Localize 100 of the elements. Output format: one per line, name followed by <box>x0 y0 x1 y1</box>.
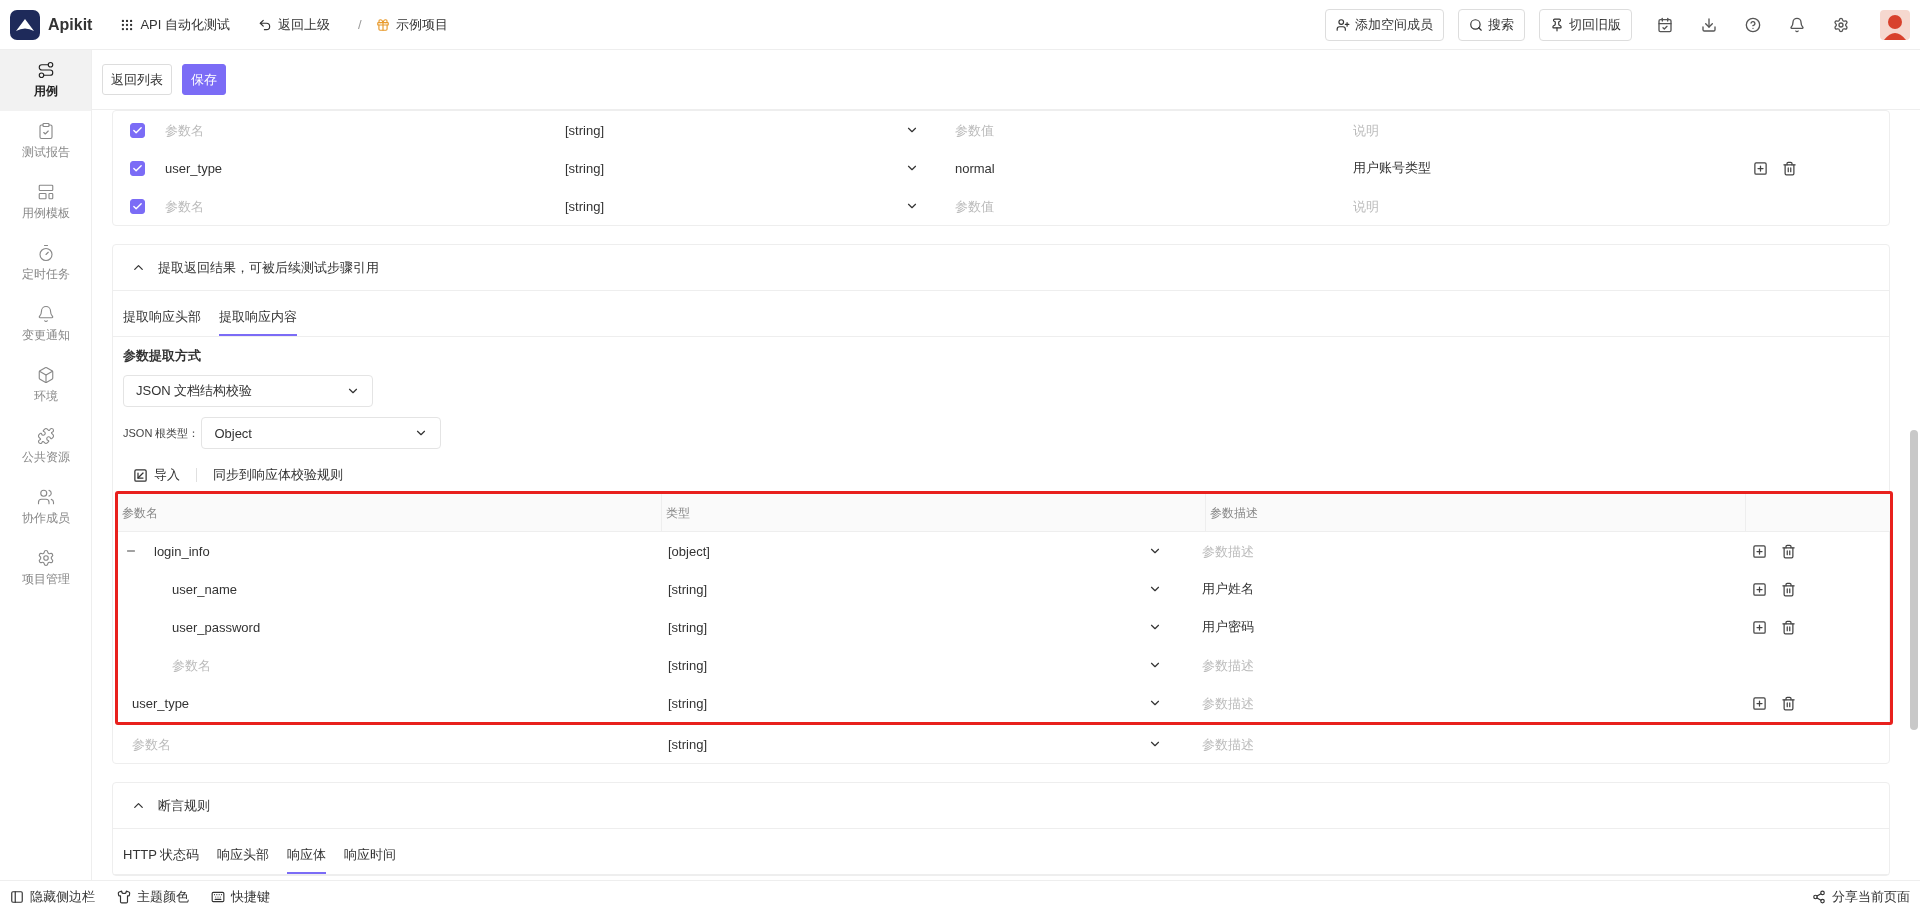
text-field[interactable]: 参数描述 <box>1202 543 1732 559</box>
sidebar-item[interactable]: 公共资源 <box>0 416 91 477</box>
text-field[interactable]: 参数描述 <box>1202 736 1732 752</box>
project-link[interactable]: 示例项目 <box>375 15 448 34</box>
sync-link[interactable]: 同步到响应体校验规则 <box>213 466 359 484</box>
add-icon[interactable] <box>1752 619 1767 635</box>
text-field[interactable]: 说明 <box>1353 198 1733 214</box>
text-field[interactable]: 说明 <box>1353 122 1733 138</box>
add-icon[interactable] <box>1752 695 1767 711</box>
method-select[interactable]: JSON 文档结构校验 <box>123 375 373 407</box>
tab[interactable]: 提取响应内容 <box>219 308 297 336</box>
back-button[interactable]: 返回列表 <box>102 64 172 95</box>
puzzle-icon <box>36 427 55 445</box>
add-icon[interactable] <box>1752 543 1767 559</box>
avatar[interactable] <box>1880 9 1910 40</box>
delete-icon[interactable] <box>1781 581 1796 597</box>
text-field[interactable]: 参数值 <box>955 198 1333 214</box>
route-icon <box>36 61 55 79</box>
sidebar-item[interactable]: 项目管理 <box>0 538 91 599</box>
delete-icon[interactable] <box>1781 619 1796 635</box>
header-button[interactable]: 切回旧版 <box>1539 8 1632 41</box>
save-button[interactable]: 保存 <box>182 64 226 95</box>
gift-icon <box>375 17 390 32</box>
text-field[interactable]: 参数描述 <box>1202 695 1732 711</box>
check-icon <box>132 200 143 212</box>
text-field[interactable]: 参数名 <box>165 198 545 214</box>
column-header: 类型 <box>662 493 1206 532</box>
text-field[interactable]: user_password <box>172 619 624 635</box>
section-title: 断言规则 <box>158 796 210 815</box>
share-button[interactable]: 分享当前页面 <box>1812 888 1910 906</box>
add-icon[interactable] <box>1753 160 1768 176</box>
tab[interactable]: 响应头部 <box>217 846 270 874</box>
keyboard-icon <box>211 890 225 904</box>
text-field[interactable]: 参数名 <box>165 122 545 138</box>
layout-icon <box>36 183 55 201</box>
add-icon[interactable] <box>1752 581 1767 597</box>
search-icon <box>1469 17 1483 32</box>
tab[interactable]: 提取响应头部 <box>123 308 201 336</box>
text-field[interactable]: 参数名 <box>172 657 624 673</box>
sidebar-item[interactable]: 用例模板 <box>0 172 91 233</box>
text-field[interactable]: 参数名 <box>132 736 624 752</box>
text-field[interactable]: 用户密码 <box>1202 619 1732 635</box>
tab[interactable]: HTTP 状态码 <box>123 846 200 874</box>
text-field[interactable]: login_info <box>154 543 634 559</box>
type-select[interactable]: [string] <box>668 695 1168 711</box>
row-checkbox[interactable] <box>130 198 145 214</box>
root-type-select[interactable]: Object <box>201 417 442 449</box>
sidebar-item[interactable]: 用例 <box>0 50 91 111</box>
type-select[interactable]: [string] <box>668 736 1168 752</box>
footer-button[interactable]: 主题颜色 <box>117 888 189 906</box>
grid-icon <box>120 17 135 32</box>
sidebar-item[interactable]: 测试报告 <box>0 111 91 172</box>
type-select[interactable]: [string] <box>668 657 1168 673</box>
app-menu[interactable]: API 自动化测试 <box>120 15 231 34</box>
type-select[interactable]: [string] <box>565 160 925 176</box>
text-field[interactable]: 参数值 <box>955 122 1333 138</box>
user-plus-icon <box>1336 17 1350 32</box>
column-header: 参数描述 <box>1206 493 1746 532</box>
users-icon <box>36 488 55 506</box>
row-checkbox[interactable] <box>130 160 145 176</box>
pin-icon <box>1550 17 1564 32</box>
type-select[interactable]: [string] <box>565 122 925 138</box>
text-field[interactable]: 参数描述 <box>1202 657 1732 673</box>
type-select[interactable]: [object] <box>668 543 1168 559</box>
tab[interactable]: 响应时间 <box>344 846 397 874</box>
undo-icon <box>258 17 273 32</box>
delete-icon[interactable] <box>1781 543 1796 559</box>
text-field[interactable]: user_name <box>172 581 624 597</box>
clipboard-icon <box>36 122 55 140</box>
column-header: 参数名 <box>118 493 662 532</box>
section-title: 提取返回结果，可被后续测试步骤引用 <box>158 258 379 277</box>
text-field[interactable]: normal <box>955 160 1333 176</box>
delete-icon[interactable] <box>1782 160 1797 176</box>
shirt-icon <box>117 890 131 904</box>
type-select[interactable]: [string] <box>668 581 1168 597</box>
type-select[interactable]: [string] <box>565 198 925 214</box>
breadcrumb-separator: / <box>358 17 362 32</box>
root-type-label: JSON 根类型： <box>123 425 200 441</box>
back-link[interactable]: 返回上级 <box>258 15 331 34</box>
logo-icon <box>10 9 40 40</box>
text-field[interactable]: user_type <box>132 695 624 711</box>
import-button[interactable]: 导入 <box>133 466 196 484</box>
text-field[interactable]: 用户账号类型 <box>1353 160 1733 176</box>
sidebar-item[interactable]: 协作成员 <box>0 477 91 538</box>
import-icon <box>133 467 148 483</box>
header-button[interactable]: 搜索 <box>1458 8 1525 41</box>
sidebar-item[interactable]: 定时任务 <box>0 233 91 294</box>
row-checkbox[interactable] <box>130 122 145 138</box>
header-button[interactable]: 添加空间成员 <box>1325 8 1444 41</box>
delete-icon[interactable] <box>1781 695 1796 711</box>
settings-icon <box>36 549 55 567</box>
text-field[interactable]: user_type <box>165 160 545 176</box>
type-select[interactable]: [string] <box>668 619 1168 635</box>
footer-button[interactable]: 快捷键 <box>211 888 270 906</box>
panel-icon <box>10 890 24 904</box>
sidebar-item[interactable]: 变更通知 <box>0 294 91 355</box>
footer-button[interactable]: 隐藏侧边栏 <box>10 888 95 906</box>
tab[interactable]: 响应体 <box>287 846 327 874</box>
text-field[interactable]: 用户姓名 <box>1202 581 1732 597</box>
sidebar-item[interactable]: 环境 <box>0 355 91 416</box>
